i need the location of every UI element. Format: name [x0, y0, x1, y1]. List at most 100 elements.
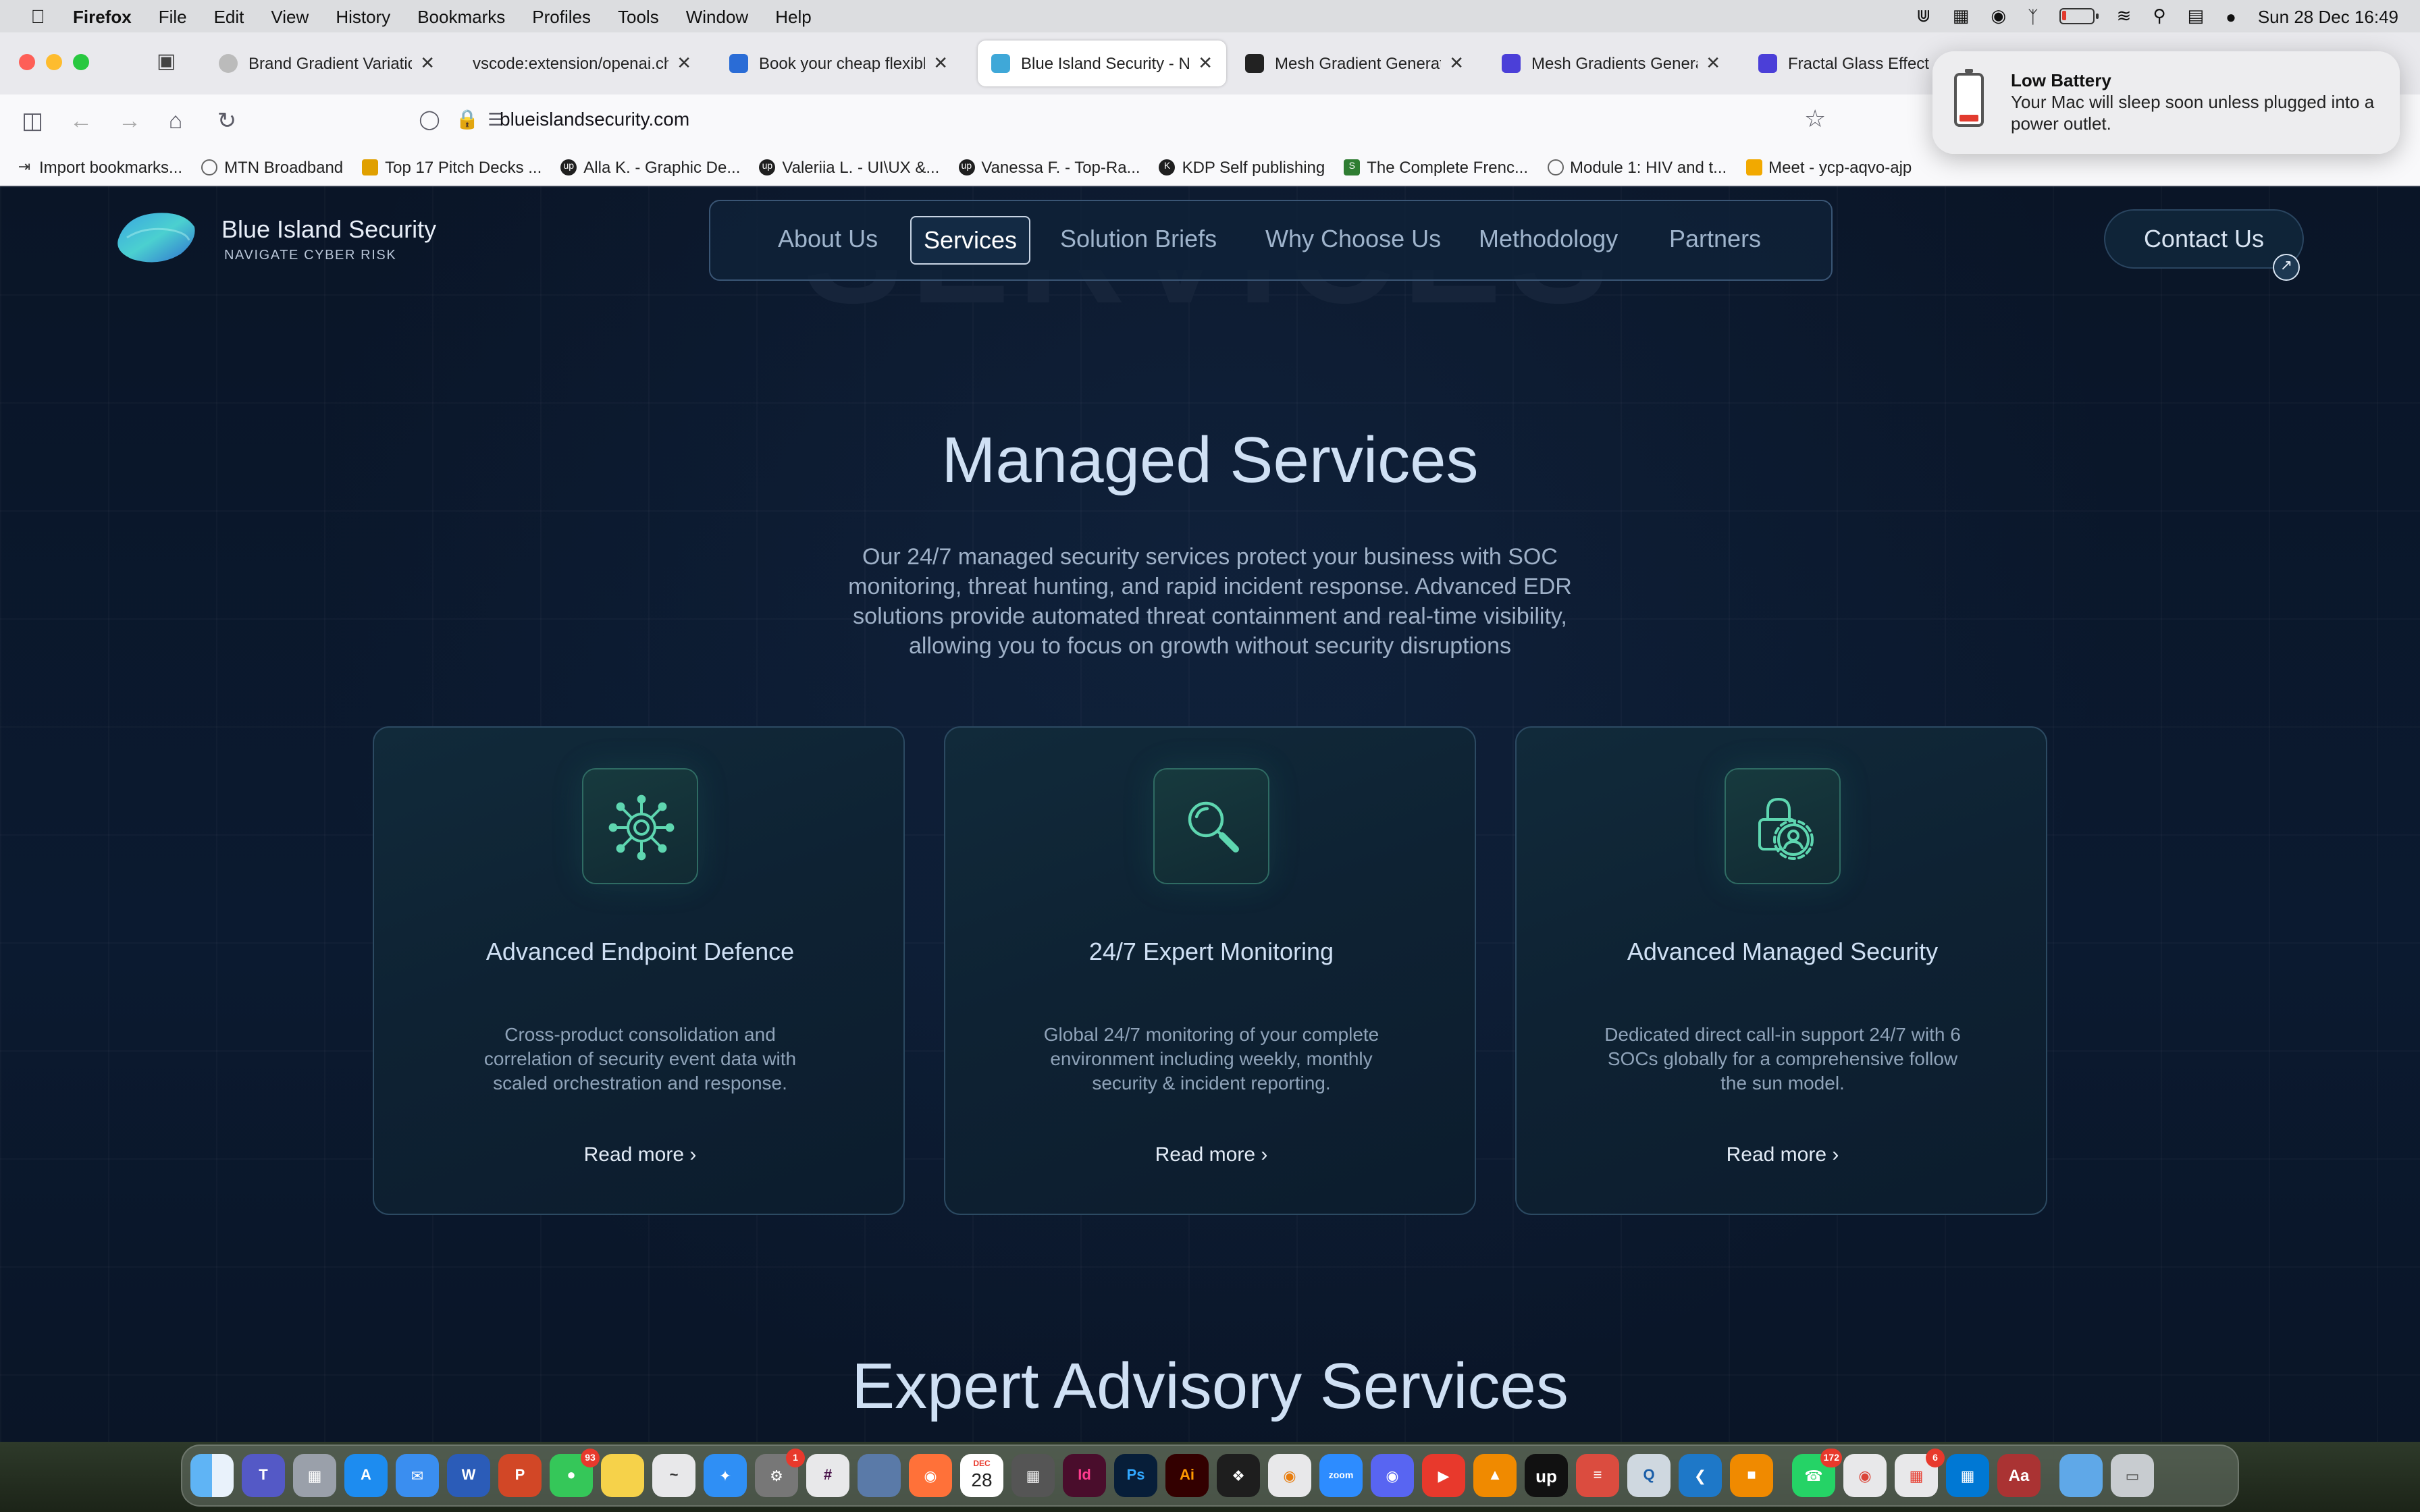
read-more-link[interactable]: Read more ›	[1517, 1143, 2049, 1166]
figma-icon[interactable]: ❖	[1217, 1454, 1260, 1497]
sidebar-toggle-icon[interactable]: ◫	[19, 108, 46, 135]
tab-fractal-glass[interactable]: Fractal Glass Effect G	[1745, 40, 1947, 86]
forward-icon[interactable]: →	[116, 108, 143, 135]
menu-tools[interactable]: Tools	[618, 6, 659, 26]
address-bar[interactable]: blueislandsecurity.com	[500, 108, 689, 130]
downloads-folder-icon[interactable]	[2059, 1454, 2103, 1497]
apple-menu-icon[interactable]: 	[27, 5, 49, 27]
tab-overview-icon[interactable]: ▣	[157, 49, 176, 73]
nav-about-us[interactable]: About Us	[778, 225, 878, 254]
upwork-app-icon[interactable]: up	[1525, 1454, 1568, 1497]
indesign-icon[interactable]: Id	[1063, 1454, 1106, 1497]
menu-window[interactable]: Window	[686, 6, 749, 26]
illustrator-icon[interactable]: Ai	[1165, 1454, 1209, 1497]
blender-icon[interactable]: ◉	[1268, 1454, 1311, 1497]
quicktime-icon[interactable]: Q	[1627, 1454, 1671, 1497]
zoom-icon[interactable]: zoom	[1319, 1454, 1363, 1497]
powerpoint-icon[interactable]: P	[498, 1454, 542, 1497]
read-more-link[interactable]: Read more ›	[374, 1143, 906, 1166]
service-card-monitoring[interactable]: 24/7 Expert Monitoring Global 24/7 monit…	[944, 726, 1476, 1215]
status-grammarly-icon[interactable]: ◉	[1991, 5, 2006, 27]
nav-partners[interactable]: Partners	[1669, 225, 1761, 254]
photoshop-icon[interactable]: Ps	[1114, 1454, 1157, 1497]
close-tab-icon[interactable]: ✕	[1449, 53, 1464, 74]
menu-help[interactable]: Help	[775, 6, 812, 26]
service-card-endpoint[interactable]: Advanced Endpoint Defence Cross-product …	[373, 726, 905, 1215]
close-tab-icon[interactable]: ✕	[420, 53, 435, 74]
back-icon[interactable]: ←	[68, 108, 95, 135]
reload-icon[interactable]: ↻	[213, 108, 240, 135]
service-card-managed-security[interactable]: Advanced Managed Security Dedicated dire…	[1515, 726, 2047, 1215]
word-icon[interactable]: W	[447, 1454, 490, 1497]
teams-icon[interactable]: T	[242, 1454, 285, 1497]
menu-profiles[interactable]: Profiles	[532, 6, 591, 26]
brand-name[interactable]: Blue Island Security	[221, 216, 436, 244]
nav-solution-briefs[interactable]: Solution Briefs	[1060, 225, 1217, 254]
bookmark-star-icon[interactable]: ☆	[1804, 105, 1826, 134]
brand-logo-icon[interactable]	[113, 208, 200, 267]
menu-view[interactable]: View	[271, 6, 309, 26]
notes-icon[interactable]	[601, 1454, 644, 1497]
bookmark-item[interactable]: Module 1: HIV and t...	[1547, 157, 1727, 176]
firefox-icon[interactable]: ◉	[909, 1454, 952, 1497]
bookmark-item[interactable]: Meet - ycp-aqvo-ajp	[1745, 157, 1912, 176]
safari-icon[interactable]: ✦	[704, 1454, 747, 1497]
tab-brand-gradient[interactable]: Brand Gradient Variations ✕	[205, 40, 448, 86]
tab-mesh-gradient-generator[interactable]: Mesh Gradient Generator ✕	[1232, 40, 1477, 86]
close-tab-icon[interactable]: ✕	[1198, 53, 1213, 74]
office-icon[interactable]: ▦ 6	[1895, 1449, 1945, 1497]
menu-history[interactable]: History	[336, 6, 390, 26]
low-battery-notification[interactable]: Low Battery Your Mac will sleep soon unl…	[1932, 51, 2400, 154]
messages-icon[interactable]: ● 93	[550, 1449, 600, 1497]
tab-blue-island-security[interactable]: Blue Island Security - Na ✕	[978, 40, 1226, 86]
status-hash-icon[interactable]: ⋓	[1916, 5, 1931, 27]
wifi-icon[interactable]: ≋	[2117, 5, 2132, 27]
vscode-icon[interactable]: ❮	[1679, 1454, 1722, 1497]
bookmark-item[interactable]: Top 17 Pitch Decks ...	[362, 157, 542, 176]
tab-vscode-extension[interactable]: vscode:extension/openai.chat ✕	[459, 40, 705, 86]
shield-icon[interactable]: ◯	[416, 108, 443, 131]
nav-why-choose-us[interactable]: Why Choose Us	[1265, 225, 1441, 254]
media-player-icon[interactable]: ▶	[1422, 1454, 1465, 1497]
system-settings-icon[interactable]: ⚙ 1	[755, 1449, 805, 1497]
bookmark-item[interactable]: ⇥ Import bookmarks...	[16, 157, 182, 176]
close-tab-icon[interactable]: ✕	[677, 53, 691, 74]
clock[interactable]: Sun 28 Dec 16:49	[2258, 6, 2398, 26]
close-tab-icon[interactable]: ✕	[933, 53, 948, 74]
bookmark-item[interactable]: K KDP Self publishing	[1159, 157, 1325, 176]
home-icon[interactable]: ⌂	[162, 108, 189, 135]
preview-icon[interactable]	[858, 1454, 901, 1497]
menu-bookmarks[interactable]: Bookmarks	[417, 6, 505, 26]
chrome-icon[interactable]: ◉	[1843, 1454, 1887, 1497]
todoist-icon[interactable]: ≡	[1576, 1454, 1619, 1497]
close-tab-icon[interactable]: ✕	[1706, 53, 1720, 74]
arrow-up-right-icon[interactable]: ↗	[2273, 254, 2300, 281]
bookmark-item[interactable]: MTN Broadband	[201, 157, 343, 176]
calculator-icon[interactable]: ▦	[1011, 1454, 1055, 1497]
minimize-window-button[interactable]	[46, 54, 62, 70]
mail-icon[interactable]: ✉	[396, 1454, 439, 1497]
bookmark-item[interactable]: up Valeriia L. - UI\UX &...	[759, 157, 939, 176]
status-grid-icon[interactable]: ▦	[1953, 5, 1970, 27]
discord-icon[interactable]: ◉	[1371, 1454, 1414, 1497]
app-store-icon[interactable]: A	[344, 1454, 388, 1497]
freeform-icon[interactable]: ~	[652, 1454, 695, 1497]
tab-mesh-gradients[interactable]: Mesh Gradients Generato ✕	[1488, 40, 1734, 86]
contact-us-button[interactable]: Contact Us	[2104, 209, 2304, 269]
nav-services[interactable]: Services	[910, 216, 1031, 265]
vlc-icon[interactable]: ▲	[1473, 1454, 1517, 1497]
books-icon[interactable]: ■	[1730, 1454, 1773, 1497]
lock-icon[interactable]: 🔒	[454, 108, 481, 131]
dictionary-icon[interactable]: Aa	[1997, 1454, 2041, 1497]
finder-icon[interactable]	[190, 1454, 234, 1497]
siri-icon[interactable]: ●	[2226, 6, 2236, 26]
read-more-link[interactable]: Read more ›	[945, 1143, 1477, 1166]
zoom-window-button[interactable]	[73, 54, 89, 70]
slack-icon[interactable]: #	[806, 1454, 849, 1497]
trash-icon[interactable]: ▭	[2111, 1454, 2154, 1497]
launchpad-icon[interactable]: ▦	[293, 1454, 336, 1497]
calendar-icon[interactable]: DEC 28	[960, 1454, 1003, 1497]
windows-app-icon[interactable]: ▦	[1946, 1454, 1989, 1497]
spotlight-icon[interactable]: ⚲	[2153, 5, 2165, 27]
bookmark-item[interactable]: up Vanessa F. - Top-Ra...	[958, 157, 1140, 176]
